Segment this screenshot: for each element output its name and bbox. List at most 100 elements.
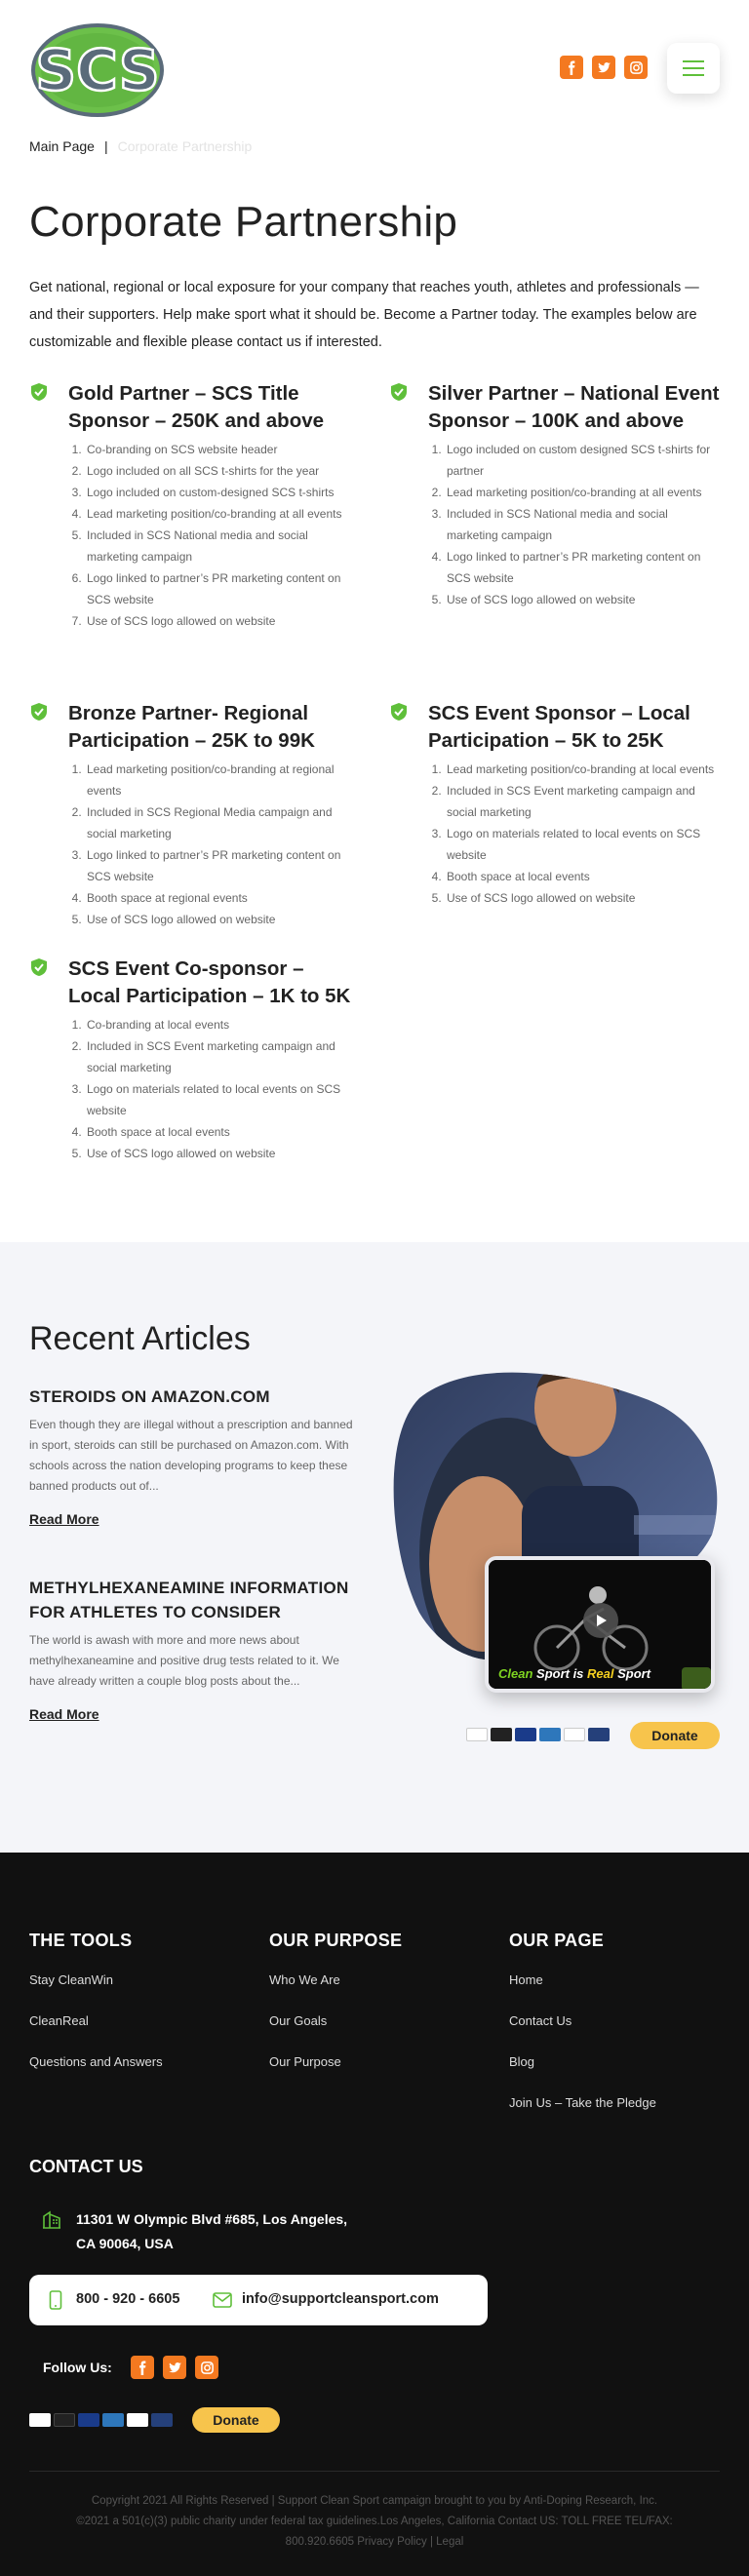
donate-button[interactable]: Donate [192,2407,280,2433]
card-icon [588,1728,610,1741]
footer-link[interactable]: Home [509,1972,724,2013]
list-item: Included in SCS National media and socia… [445,503,721,546]
mastercard-icon [491,1728,512,1741]
visa-icon [29,2413,51,2427]
list-item: Lead marketing position/co-branding at r… [85,759,361,801]
list-item: Use of SCS logo allowed on website [85,1143,361,1164]
caption-sport: Sport is [532,1666,588,1681]
card-icon [151,2413,173,2427]
article-card: STEROIDS ON AMAZON.COM Even though they … [29,1385,361,1529]
tier-benefits-list: Co-branding at local events Included in … [68,1014,361,1164]
read-more-link[interactable]: Read More [29,1706,99,1722]
list-item: Logo linked to partner’s PR marketing co… [85,567,361,610]
footer-link[interactable]: Who We Are [269,1972,484,2013]
list-item: Co-branding on SCS website header [85,439,361,460]
footer-heading: THE TOOLS [29,1931,133,1950]
list-item: Logo included on custom-designed SCS t-s… [85,482,361,503]
list-item: Logo linked to partner’s PR marketing co… [85,844,361,887]
article-title[interactable]: METHYLHEXANEAMINE INFORMATION FOR ATHLET… [29,1576,361,1624]
scs-logo[interactable]: SCS [29,21,166,119]
contact-heading: CONTACT US [29,2157,143,2176]
tier-title: Silver Partner – National Event Sponsor … [428,382,720,432]
tier-bronze: Bronze Partner- Regional Participation –… [29,700,361,930]
breadcrumb: Main Page | Corporate Partnership [29,138,252,154]
facebook-icon[interactable] [560,56,583,79]
tier-benefits-list: Lead marketing position/co-branding at r… [68,759,361,930]
phone-number[interactable]: 800 - 920 - 6605 [76,2291,179,2307]
list-item: Booth space at local events [445,866,721,887]
tier-silver: Silver Partner – National Event Sponsor … [389,380,721,610]
footer-link[interactable]: Questions and Answers [29,2054,244,2095]
caption-clean: Clean [498,1666,533,1681]
visa-icon [466,1728,488,1741]
footer-link[interactable]: Our Goals [269,2013,484,2054]
tier-title: SCS Event Co-sponsor – Local Participati… [68,957,351,1007]
tier-gold: Gold Partner – SCS Title Sponsor – 250K … [29,380,361,632]
copyright: Copyright 2021 All Rights Reserved | Sup… [29,2491,720,2553]
footer-link[interactable]: Stay CleanWin [29,1972,244,2013]
footer-heading: OUR PAGE [509,1931,605,1950]
articles-heading: Recent Articles [29,1320,251,1357]
shield-check-icon [31,383,47,401]
article-excerpt: Even though they are illegal without a p… [29,1418,353,1493]
phone-icon [49,2290,62,2310]
contact-box: 800 - 920 - 6605 info@supportcleansport.… [29,2275,488,2325]
maestro-icon [78,2413,99,2427]
hamburger-icon[interactable] [667,43,720,94]
breadcrumb-separator: | [103,138,108,154]
address-line: CA 90064, USA [76,2236,174,2251]
list-item: Use of SCS logo allowed on website [445,887,721,909]
article-title[interactable]: STEROIDS ON AMAZON.COM [29,1385,361,1409]
list-item: Logo linked to partner’s PR marketing co… [445,546,721,589]
tier-title: Gold Partner – SCS Title Sponsor – 250K … [68,382,325,432]
shield-check-icon [391,383,407,401]
email-address[interactable]: info@supportcleansport.com [242,2291,439,2307]
address: 11301 W Olympic Blvd #685, Los Angeles, … [76,2207,369,2256]
svg-text:SCS: SCS [35,37,159,103]
instagram-icon[interactable] [195,2356,218,2379]
list-item: Included in SCS Event marketing campaign… [445,780,721,823]
footer-link[interactable]: CleanReal [29,2013,244,2054]
building-icon [43,2210,60,2229]
copyright-line[interactable]: 800.920.6605 Privacy Policy | Legal [29,2532,720,2553]
tier-title: Bronze Partner- Regional Participation –… [68,702,315,752]
footer-link[interactable]: Join Us – Take the Pledge [509,2095,724,2136]
tier-event-cosponsor: SCS Event Co-sponsor – Local Participati… [29,956,361,1164]
play-icon[interactable] [583,1603,618,1638]
tier-benefits-list: Co-branding on SCS website header Logo i… [68,439,361,632]
shield-check-icon [31,958,47,976]
video-caption: Clean Sport is Real Sport [498,1666,650,1681]
article-excerpt: The world is awash with more and more ne… [29,1633,339,1688]
read-more-link[interactable]: Read More [29,1511,99,1527]
list-item: Booth space at regional events [85,887,361,909]
breadcrumb-home-link[interactable]: Main Page [29,138,95,154]
payment-cards [466,1728,610,1741]
recent-articles-section: Recent Articles STEROIDS ON AMAZON.COM E… [0,1242,749,1853]
list-item: Logo included on custom designed SCS t-s… [445,439,721,482]
tier-benefits-list: Logo included on custom designed SCS t-s… [428,439,721,610]
list-item: Logo on materials related to local event… [445,823,721,866]
facebook-icon[interactable] [131,2356,154,2379]
footer-social-links [131,2356,218,2379]
list-item: Use of SCS logo allowed on website [445,589,721,610]
twitter-icon[interactable] [592,56,615,79]
list-item: Use of SCS logo allowed on website [85,610,361,632]
shield-check-icon [391,703,407,721]
list-item: Included in SCS National media and socia… [85,525,361,567]
mastercard-icon [54,2413,75,2427]
maestro-icon [515,1728,536,1741]
list-item: Logo on materials related to local event… [85,1078,361,1121]
footer-purpose: OUR PURPOSE Who We Are Our Goals Our Pur… [269,1931,484,2095]
twitter-icon[interactable] [163,2356,186,2379]
copyright-line: Copyright 2021 All Rights Reserved | Sup… [91,2495,658,2507]
intro-paragraph: Get national, regional or local exposure… [29,280,699,350]
footer-link[interactable]: Our Purpose [269,2054,484,2095]
video-thumbnail[interactable]: Clean Sport is Real Sport [485,1556,715,1693]
footer-link[interactable]: Contact Us [509,2013,724,2054]
payment-cards [29,2413,173,2427]
amex-icon [539,1728,561,1741]
donate-button[interactable]: Donate [630,1722,720,1749]
instagram-icon[interactable] [624,56,648,79]
footer-tools: THE TOOLS Stay CleanWin CleanReal Questi… [29,1931,244,2095]
footer-link[interactable]: Blog [509,2054,724,2095]
